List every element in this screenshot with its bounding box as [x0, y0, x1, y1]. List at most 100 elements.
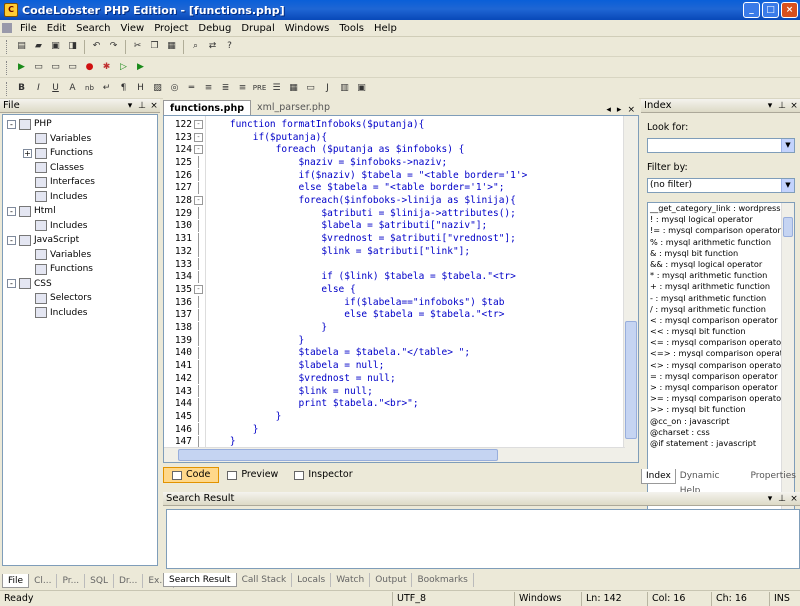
menu-project[interactable]: Project: [149, 23, 193, 34]
horizontal-rule-icon[interactable]: ═: [184, 81, 199, 96]
pin-icon[interactable]: ⊥: [136, 101, 148, 111]
code-line[interactable]: 123- if($putanja){: [164, 131, 624, 144]
font-icon[interactable]: A: [65, 81, 80, 96]
fold-toggle-icon[interactable]: -: [194, 132, 203, 142]
code-line[interactable]: 145 }: [164, 410, 624, 423]
script-icon[interactable]: J: [320, 81, 335, 96]
fold-toggle-icon[interactable]: -: [194, 145, 203, 155]
index-item[interactable]: != : mysql comparison operator: [648, 225, 794, 236]
tab-dynamic-help[interactable]: Dynamic Help: [676, 469, 747, 496]
save-icon[interactable]: ▣: [48, 39, 63, 54]
tab-properties[interactable]: Properties: [747, 469, 800, 484]
code-line[interactable]: 133: [164, 258, 624, 271]
tab-drupal[interactable]: Dr...: [114, 573, 144, 588]
preformatted-icon[interactable]: PRE: [252, 81, 267, 96]
copy-icon[interactable]: ❐: [147, 39, 162, 54]
dropdown-icon[interactable]: ▾: [764, 494, 776, 504]
italic-icon[interactable]: I: [31, 81, 46, 96]
applet-icon[interactable]: ▣: [354, 81, 369, 96]
index-item[interactable]: && : mysql logical operator: [648, 259, 794, 270]
undo-icon[interactable]: ↶: [89, 39, 104, 54]
toolbar-gripper[interactable]: [6, 39, 9, 54]
code-line[interactable]: 130 $labela = $atributi["naziv"];: [164, 219, 624, 233]
tab-bookmarks[interactable]: Bookmarks: [412, 573, 474, 587]
code-line[interactable]: 144 print $tabela."<br>";: [164, 397, 624, 410]
index-item[interactable]: >= : mysql comparison operator: [648, 393, 794, 404]
help-icon[interactable]: ?: [222, 39, 237, 54]
tab-sql[interactable]: SQL: [85, 573, 114, 588]
play-icon[interactable]: ▶: [133, 60, 148, 75]
code-line[interactable]: 135- else {: [164, 283, 624, 296]
code-line[interactable]: 139 }: [164, 334, 624, 347]
menu-search[interactable]: Search: [71, 23, 115, 34]
close-icon[interactable]: ×: [788, 494, 800, 504]
menu-debug[interactable]: Debug: [193, 23, 236, 34]
menu-view[interactable]: View: [115, 23, 149, 34]
code-line[interactable]: 141 $labela = null;: [164, 359, 624, 372]
tab-code[interactable]: Code: [163, 467, 220, 483]
align-right-icon[interactable]: ≡: [235, 81, 250, 96]
chevron-down-icon[interactable]: ▼: [781, 139, 794, 152]
index-item[interactable]: __get_category_link : wordpress: [648, 203, 794, 214]
tab-xml-parser-php[interactable]: xml_parser.php: [251, 100, 336, 115]
open-folder-icon[interactable]: ▰: [31, 39, 46, 54]
tab-project[interactable]: Pr...: [57, 573, 86, 588]
tab-search-result[interactable]: Search Result: [163, 573, 237, 587]
link-icon[interactable]: ◎: [167, 81, 182, 96]
code-line[interactable]: 131 $vrednost = $atributi["vrednost"];: [164, 232, 624, 245]
index-item[interactable]: + : mysql arithmetic function: [648, 281, 794, 292]
stop-icon[interactable]: ●: [82, 60, 97, 75]
search-result-area[interactable]: [166, 509, 800, 569]
index-item[interactable]: & : mysql bit function: [648, 248, 794, 259]
index-item[interactable]: <> : mysql comparison operator: [648, 360, 794, 371]
code-line[interactable]: 124- foreach ($putanja as $infoboks) {: [164, 143, 624, 156]
filter-by-select[interactable]: (no filter) ▼: [647, 178, 795, 193]
scroll-thumb[interactable]: [625, 321, 637, 439]
index-item[interactable]: <= : mysql comparison operator: [648, 337, 794, 348]
run-icon[interactable]: ▶: [14, 60, 29, 75]
tab-call-stack[interactable]: Call Stack: [237, 573, 293, 587]
table-icon[interactable]: ▦: [286, 81, 301, 96]
close-icon[interactable]: ×: [148, 101, 160, 111]
code-line[interactable]: 134 if ($link) $tabela = $tabela."<tr>: [164, 270, 624, 283]
tab-watch[interactable]: Watch: [331, 573, 371, 587]
step-icon[interactable]: ▭: [31, 60, 46, 75]
collapse-icon[interactable]: -: [7, 206, 16, 216]
code-line[interactable]: 140 $tabela = $tabela."</table> ";: [164, 346, 624, 360]
tab-locals[interactable]: Locals: [292, 573, 332, 587]
pin-icon[interactable]: ⊥: [776, 494, 788, 504]
code-line[interactable]: 127 else $tabela = "<table border='1'>";: [164, 181, 624, 195]
scroll-thumb[interactable]: [783, 217, 793, 237]
breakpoint-icon[interactable]: ✱: [99, 60, 114, 75]
index-item[interactable]: > : mysql comparison operator: [648, 382, 794, 393]
file-tree[interactable]: - PHP Variables + Functions Classes Interfaces…: [2, 114, 158, 566]
tab-output[interactable]: Output: [370, 573, 413, 587]
paste-icon[interactable]: ▦: [164, 39, 179, 54]
scroll-thumb[interactable]: [178, 449, 498, 461]
align-left-icon[interactable]: ≡: [201, 81, 216, 96]
toolbar-gripper[interactable]: [6, 81, 9, 96]
index-item[interactable]: = : mysql comparison operator: [648, 371, 794, 382]
code-line[interactable]: 129 $atributi = $linija->attributes();: [164, 207, 624, 220]
tree-item[interactable]: + Functions: [7, 146, 157, 161]
collapse-icon[interactable]: -: [7, 119, 16, 129]
chevron-down-icon[interactable]: ▼: [781, 179, 794, 192]
index-item[interactable]: / : mysql arithmetic function: [648, 304, 794, 315]
expand-icon[interactable]: +: [23, 148, 32, 158]
tab-classes[interactable]: Cl...: [29, 573, 58, 588]
menu-edit[interactable]: Edit: [42, 23, 71, 34]
horizontal-scrollbar[interactable]: [164, 447, 625, 462]
continue-icon[interactable]: ▷: [116, 60, 131, 75]
code-line[interactable]: 138 }: [164, 321, 624, 334]
close-icon[interactable]: ×: [627, 105, 635, 115]
tree-item[interactable]: - CSS: [7, 277, 157, 292]
menu-windows[interactable]: Windows: [280, 23, 335, 34]
tab-inspector[interactable]: Inspector: [286, 467, 360, 483]
dropdown-icon[interactable]: ▾: [124, 101, 136, 111]
index-item[interactable]: >> : mysql bit function: [648, 404, 794, 415]
align-center-icon[interactable]: ≣: [218, 81, 233, 96]
redo-icon[interactable]: ↷: [106, 39, 121, 54]
tree-item[interactable]: Selectors: [7, 291, 157, 306]
code-line[interactable]: 125 $naziv = $infoboks->naziv;: [164, 156, 624, 169]
maximize-button[interactable]: □: [762, 2, 779, 18]
